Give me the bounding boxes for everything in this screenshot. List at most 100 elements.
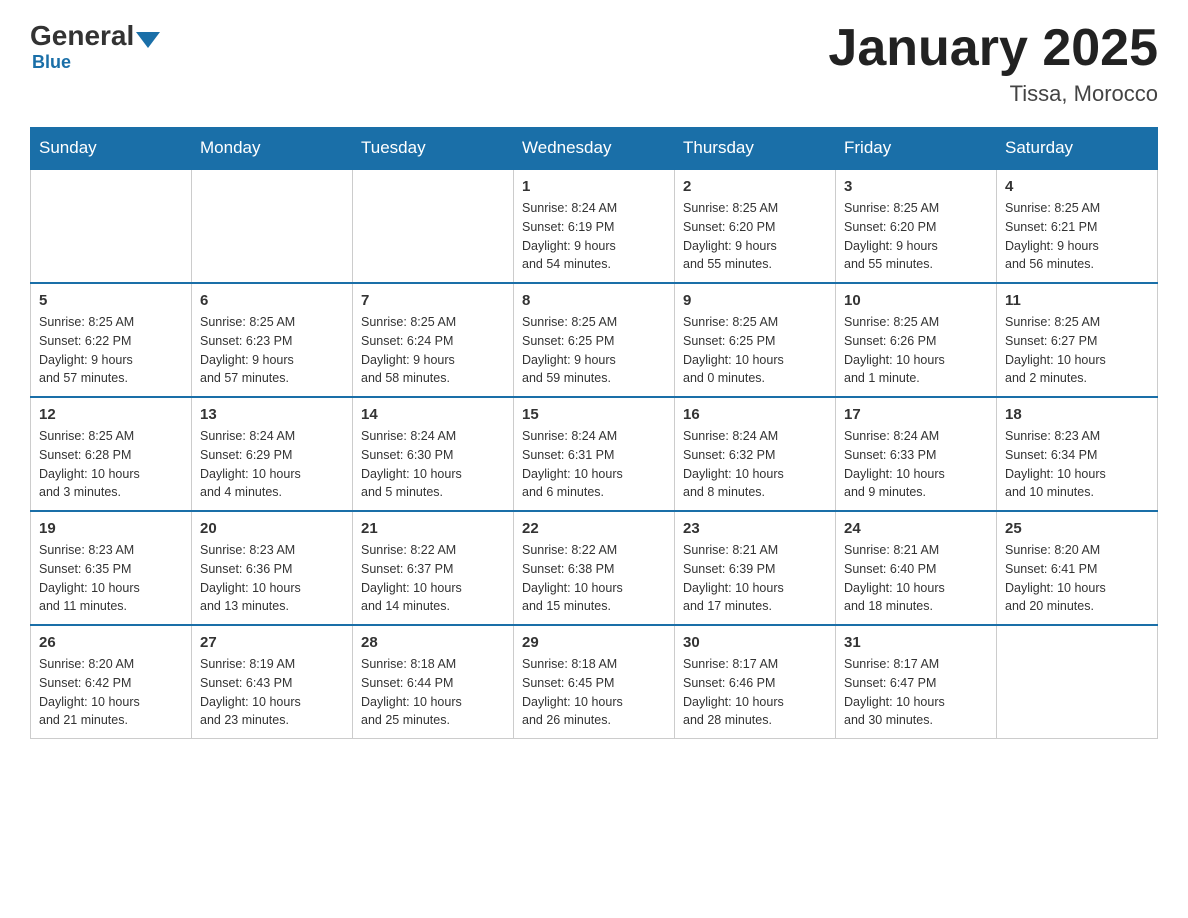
day-info: Sunrise: 8:24 AM Sunset: 6:32 PM Dayligh…: [683, 427, 827, 502]
day-info: Sunrise: 8:19 AM Sunset: 6:43 PM Dayligh…: [200, 655, 344, 730]
day-info: Sunrise: 8:21 AM Sunset: 6:39 PM Dayligh…: [683, 541, 827, 616]
day-info: Sunrise: 8:25 AM Sunset: 6:22 PM Dayligh…: [39, 313, 183, 388]
day-number: 29: [522, 634, 666, 651]
day-number: 12: [39, 406, 183, 423]
day-number: 5: [39, 292, 183, 309]
day-number: 1: [522, 178, 666, 195]
day-number: 3: [844, 178, 988, 195]
day-info: Sunrise: 8:23 AM Sunset: 6:35 PM Dayligh…: [39, 541, 183, 616]
calendar-cell: 14 Sunrise: 8:24 AM Sunset: 6:30 PM Dayli…: [353, 397, 514, 511]
day-number: 9: [683, 292, 827, 309]
day-number: 16: [683, 406, 827, 423]
day-info: Sunrise: 8:25 AM Sunset: 6:20 PM Dayligh…: [844, 199, 988, 274]
weekday-header-thursday: Thursday: [675, 128, 836, 170]
day-number: 27: [200, 634, 344, 651]
day-info: Sunrise: 8:17 AM Sunset: 6:47 PM Dayligh…: [844, 655, 988, 730]
calendar-cell: 3 Sunrise: 8:25 AM Sunset: 6:20 PM Daylig…: [836, 169, 997, 283]
day-info: Sunrise: 8:24 AM Sunset: 6:30 PM Dayligh…: [361, 427, 505, 502]
day-number: 25: [1005, 520, 1149, 537]
day-info: Sunrise: 8:18 AM Sunset: 6:44 PM Dayligh…: [361, 655, 505, 730]
day-number: 19: [39, 520, 183, 537]
calendar-week-2: 5 Sunrise: 8:25 AM Sunset: 6:22 PM Daylig…: [31, 283, 1158, 397]
calendar-cell: 1 Sunrise: 8:24 AM Sunset: 6:19 PM Daylig…: [514, 169, 675, 283]
calendar-cell: 9 Sunrise: 8:25 AM Sunset: 6:25 PM Daylig…: [675, 283, 836, 397]
day-number: 26: [39, 634, 183, 651]
calendar-cell: [353, 169, 514, 283]
calendar-cell: 2 Sunrise: 8:25 AM Sunset: 6:20 PM Daylig…: [675, 169, 836, 283]
calendar-cell: 5 Sunrise: 8:25 AM Sunset: 6:22 PM Daylig…: [31, 283, 192, 397]
day-number: 17: [844, 406, 988, 423]
title-section: January 2025 Tissa, Morocco: [828, 20, 1158, 107]
day-info: Sunrise: 8:22 AM Sunset: 6:38 PM Dayligh…: [522, 541, 666, 616]
calendar-cell: 23 Sunrise: 8:21 AM Sunset: 6:39 PM Dayli…: [675, 511, 836, 625]
calendar-table: SundayMondayTuesdayWednesdayThursdayFrid…: [30, 127, 1158, 739]
day-number: 28: [361, 634, 505, 651]
day-number: 8: [522, 292, 666, 309]
day-number: 6: [200, 292, 344, 309]
day-number: 31: [844, 634, 988, 651]
weekday-header-friday: Friday: [836, 128, 997, 170]
day-info: Sunrise: 8:24 AM Sunset: 6:33 PM Dayligh…: [844, 427, 988, 502]
day-number: 13: [200, 406, 344, 423]
day-info: Sunrise: 8:23 AM Sunset: 6:36 PM Dayligh…: [200, 541, 344, 616]
calendar-cell: 27 Sunrise: 8:19 AM Sunset: 6:43 PM Dayli…: [192, 625, 353, 739]
logo-arrow-icon: [136, 32, 160, 48]
calendar-cell: 31 Sunrise: 8:17 AM Sunset: 6:47 PM Dayli…: [836, 625, 997, 739]
weekday-header-monday: Monday: [192, 128, 353, 170]
logo-general: General: [30, 20, 134, 52]
day-number: 15: [522, 406, 666, 423]
calendar-cell: 30 Sunrise: 8:17 AM Sunset: 6:46 PM Dayli…: [675, 625, 836, 739]
calendar-cell: 18Sunrise: 8:23 AM Sunset: 6:34 PM Dayli…: [997, 397, 1158, 511]
day-info: Sunrise: 8:20 AM Sunset: 6:41 PM Dayligh…: [1005, 541, 1149, 616]
calendar-cell: 12Sunrise: 8:25 AM Sunset: 6:28 PM Dayli…: [31, 397, 192, 511]
day-info: Sunrise: 8:21 AM Sunset: 6:40 PM Dayligh…: [844, 541, 988, 616]
day-info: Sunrise: 8:22 AM Sunset: 6:37 PM Dayligh…: [361, 541, 505, 616]
day-info: Sunrise: 8:24 AM Sunset: 6:31 PM Dayligh…: [522, 427, 666, 502]
calendar-cell: 22Sunrise: 8:22 AM Sunset: 6:38 PM Dayli…: [514, 511, 675, 625]
day-info: Sunrise: 8:17 AM Sunset: 6:46 PM Dayligh…: [683, 655, 827, 730]
day-number: 14: [361, 406, 505, 423]
day-info: Sunrise: 8:25 AM Sunset: 6:24 PM Dayligh…: [361, 313, 505, 388]
day-info: Sunrise: 8:25 AM Sunset: 6:25 PM Dayligh…: [683, 313, 827, 388]
calendar-cell: [192, 169, 353, 283]
day-info: Sunrise: 8:24 AM Sunset: 6:29 PM Dayligh…: [200, 427, 344, 502]
day-number: 18: [1005, 406, 1149, 423]
calendar-cell: 17 Sunrise: 8:24 AM Sunset: 6:33 PM Dayli…: [836, 397, 997, 511]
calendar-cell: 25 Sunrise: 8:20 AM Sunset: 6:41 PM Dayli…: [997, 511, 1158, 625]
calendar-cell: 10Sunrise: 8:25 AM Sunset: 6:26 PM Dayli…: [836, 283, 997, 397]
calendar-cell: 7 Sunrise: 8:25 AM Sunset: 6:24 PM Daylig…: [353, 283, 514, 397]
day-info: Sunrise: 8:25 AM Sunset: 6:27 PM Dayligh…: [1005, 313, 1149, 388]
page-header: General Blue January 2025 Tissa, Morocco: [30, 20, 1158, 107]
calendar-cell: [31, 169, 192, 283]
day-number: 30: [683, 634, 827, 651]
weekday-header-sunday: Sunday: [31, 128, 192, 170]
calendar-cell: 19 Sunrise: 8:23 AM Sunset: 6:35 PM Dayli…: [31, 511, 192, 625]
day-info: Sunrise: 8:25 AM Sunset: 6:23 PM Dayligh…: [200, 313, 344, 388]
calendar-title: January 2025: [828, 20, 1158, 77]
calendar-cell: 24Sunrise: 8:21 AM Sunset: 6:40 PM Dayli…: [836, 511, 997, 625]
day-info: Sunrise: 8:25 AM Sunset: 6:21 PM Dayligh…: [1005, 199, 1149, 274]
calendar-cell: 11 Sunrise: 8:25 AM Sunset: 6:27 PM Dayli…: [997, 283, 1158, 397]
day-info: Sunrise: 8:25 AM Sunset: 6:20 PM Dayligh…: [683, 199, 827, 274]
day-number: 23: [683, 520, 827, 537]
calendar-cell: 21 Sunrise: 8:22 AM Sunset: 6:37 PM Dayli…: [353, 511, 514, 625]
calendar-cell: 16 Sunrise: 8:24 AM Sunset: 6:32 PM Dayli…: [675, 397, 836, 511]
calendar-cell: 13 Sunrise: 8:24 AM Sunset: 6:29 PM Dayli…: [192, 397, 353, 511]
day-number: 11: [1005, 292, 1149, 309]
calendar-week-3: 12Sunrise: 8:25 AM Sunset: 6:28 PM Dayli…: [31, 397, 1158, 511]
day-number: 2: [683, 178, 827, 195]
day-number: 20: [200, 520, 344, 537]
calendar-cell: 20 Sunrise: 8:23 AM Sunset: 6:36 PM Dayli…: [192, 511, 353, 625]
day-info: Sunrise: 8:18 AM Sunset: 6:45 PM Dayligh…: [522, 655, 666, 730]
calendar-header-row: SundayMondayTuesdayWednesdayThursdayFrid…: [31, 128, 1158, 170]
weekday-header-saturday: Saturday: [997, 128, 1158, 170]
calendar-cell: 8Sunrise: 8:25 AM Sunset: 6:25 PM Daylig…: [514, 283, 675, 397]
calendar-cell: 6 Sunrise: 8:25 AM Sunset: 6:23 PM Daylig…: [192, 283, 353, 397]
calendar-week-1: 1 Sunrise: 8:24 AM Sunset: 6:19 PM Daylig…: [31, 169, 1158, 283]
calendar-week-4: 19 Sunrise: 8:23 AM Sunset: 6:35 PM Dayli…: [31, 511, 1158, 625]
day-number: 4: [1005, 178, 1149, 195]
day-info: Sunrise: 8:24 AM Sunset: 6:19 PM Dayligh…: [522, 199, 666, 274]
day-number: 7: [361, 292, 505, 309]
logo-blue: Blue: [32, 52, 71, 73]
day-number: 21: [361, 520, 505, 537]
